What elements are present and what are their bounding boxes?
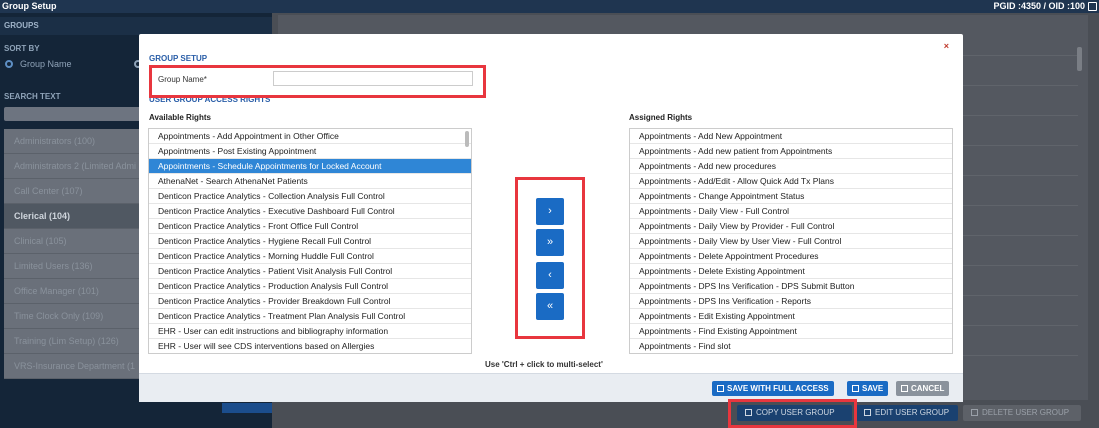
cancel-button[interactable]: CANCEL	[896, 381, 950, 396]
available-right-item[interactable]: EHR - User can edit instructions and bib…	[149, 324, 471, 339]
save-full-label: SAVE WITH FULL ACCESS	[727, 384, 829, 393]
practice-office-ids: PGID :4350 / OID :100	[993, 1, 1085, 11]
sort-option-label: Group Name	[20, 59, 72, 69]
search-text-label: SEARCH TEXT	[4, 92, 61, 101]
multi-select-hint: Use 'Ctrl + click to multi-select'	[485, 360, 603, 369]
assigned-right-item[interactable]: Appointments - Daily View by Provider - …	[630, 219, 952, 234]
printer-icon[interactable]	[1088, 2, 1097, 11]
edit-user-group-button[interactable]: EDIT USER GROUP	[856, 405, 958, 421]
sidebar-action-button[interactable]	[222, 403, 272, 413]
pencil-icon	[864, 409, 871, 416]
available-right-item[interactable]: Denticon Practice Analytics - Collection…	[149, 189, 471, 204]
available-right-item[interactable]: EHR - User will see CDS interventions ba…	[149, 339, 471, 353]
sidebar-header: GROUPS	[0, 17, 272, 35]
close-icon[interactable]: ×	[944, 41, 949, 51]
assigned-right-item[interactable]: Appointments - Add new patient from Appo…	[630, 144, 952, 159]
available-right-item[interactable]: Appointments - Add Appointment in Other …	[149, 129, 471, 144]
assigned-right-item[interactable]: Appointments - Find Existing Appointment	[630, 324, 952, 339]
assigned-right-item[interactable]: Appointments - Delete Appointment Proced…	[630, 249, 952, 264]
move-buttons-highlight	[515, 177, 585, 339]
delete-user-group-button[interactable]: DELETE USER GROUP	[963, 405, 1081, 421]
assigned-right-item[interactable]: Appointments - Add New Appointment	[630, 129, 952, 144]
available-right-item[interactable]: Denticon Practice Analytics - Treatment …	[149, 309, 471, 324]
main-scrollbar[interactable]	[1077, 47, 1082, 71]
copy-button-highlight	[728, 399, 857, 428]
available-right-item[interactable]: Denticon Practice Analytics - Patient Vi…	[149, 264, 471, 279]
group-setup-title: GROUP SETUP	[149, 54, 208, 63]
sort-by-label: SORT BY	[4, 44, 40, 53]
save-icon	[852, 385, 859, 392]
group-name-highlight	[149, 65, 486, 98]
save-with-full-access-button[interactable]: SAVE WITH FULL ACCESS	[712, 381, 834, 396]
available-right-item[interactable]: Denticon Practice Analytics - Morning Hu…	[149, 249, 471, 264]
title-bar: Group Setup PGID :4350 / OID :100	[0, 0, 1099, 13]
page-title: Group Setup	[2, 1, 57, 11]
modal-footer: SAVE WITH FULL ACCESS SAVE CANCEL	[139, 373, 963, 402]
available-right-item[interactable]: Denticon Practice Analytics - Hygiene Re…	[149, 234, 471, 249]
available-right-item[interactable]: Denticon Practice Analytics - Executive …	[149, 204, 471, 219]
assigned-right-item[interactable]: Appointments - Change Appointment Status	[630, 189, 952, 204]
available-rights-list[interactable]: Appointments - Add Appointment in Other …	[148, 128, 472, 354]
assigned-right-item[interactable]: Appointments - DPS Ins Verification - DP…	[630, 279, 952, 294]
save-button[interactable]: SAVE	[847, 381, 889, 396]
assigned-right-item[interactable]: Appointments - Edit Existing Appointment	[630, 309, 952, 324]
edit-user-group-label: EDIT USER GROUP	[875, 408, 950, 417]
assigned-right-item[interactable]: Appointments - Add/Edit - Allow Quick Ad…	[630, 174, 952, 189]
available-right-item[interactable]: Denticon Practice Analytics - Provider B…	[149, 294, 471, 309]
available-right-item[interactable]: Appointments - Post Existing Appointment	[149, 144, 471, 159]
assigned-right-item[interactable]: Appointments - DPS Ins Verification - Re…	[630, 294, 952, 309]
assigned-right-item[interactable]: Appointments - Add new procedures	[630, 159, 952, 174]
delete-user-group-label: DELETE USER GROUP	[982, 408, 1070, 417]
close-icon	[901, 385, 908, 392]
assigned-right-item[interactable]: Appointments - Daily View by User View -…	[630, 234, 952, 249]
available-right-item[interactable]: Denticon Practice Analytics - Production…	[149, 279, 471, 294]
assigned-rights-title: Assigned Rights	[629, 113, 693, 122]
assigned-right-item[interactable]: Appointments - Find slot	[630, 339, 952, 353]
available-right-item[interactable]: AthenaNet - Search AthenaNet Patients	[149, 174, 471, 189]
assigned-rights-list[interactable]: Appointments - Add New Appointment Appoin…	[629, 128, 953, 354]
available-rights-title: Available Rights	[149, 113, 211, 122]
assigned-right-item[interactable]: Appointments - Daily View - Full Control	[630, 204, 952, 219]
available-right-item[interactable]: Appointments - Schedule Appointments for…	[149, 159, 471, 174]
available-right-item[interactable]: Denticon Practice Analytics - Front Offi…	[149, 219, 471, 234]
save-label: SAVE	[862, 384, 884, 393]
assigned-right-item[interactable]: Appointments - Delete Existing Appointme…	[630, 264, 952, 279]
trash-icon	[971, 409, 978, 416]
cancel-label: CANCEL	[911, 384, 945, 393]
sort-group-name-radio[interactable]	[5, 60, 13, 68]
available-list-scrollbar[interactable]	[465, 131, 469, 147]
save-icon	[717, 385, 724, 392]
